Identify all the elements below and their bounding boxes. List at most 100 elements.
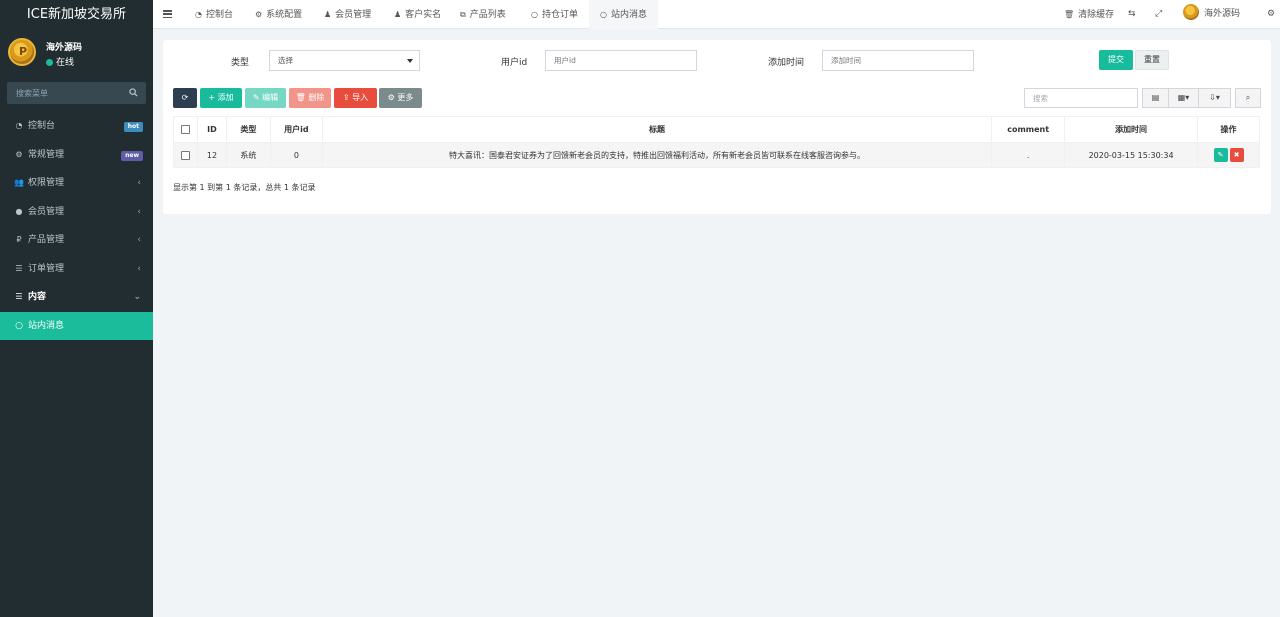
tab-label: 站内消息 xyxy=(610,10,647,20)
advanced-search-button[interactable]: ⌕ xyxy=(1235,88,1261,108)
toggle-view-button[interactable]: ▤ xyxy=(1142,88,1169,108)
list-icon: ☰ xyxy=(15,292,23,301)
clear-cache-button[interactable]: 🗑 清除缓存 xyxy=(1064,0,1114,29)
more-label: 更多 xyxy=(397,93,414,102)
cog-icon: ⚙ xyxy=(387,93,398,102)
export-button[interactable]: ⇩▾ xyxy=(1198,88,1231,108)
refresh-button[interactable]: ⟳ xyxy=(173,88,197,108)
table-row[interactable]: 12 系统 0 特大喜讯：国泰君安证券为了回馈新老会员的支持，特推出回馈福利活动… xyxy=(173,142,1260,168)
sidebar-item-orders[interactable]: ☰ 订单管理 ‹ xyxy=(0,255,153,284)
settings-icon[interactable]: ⚙ xyxy=(1267,0,1275,29)
circle-icon: ○ xyxy=(600,10,607,19)
circle-icon: ○ xyxy=(531,10,538,19)
user-menu[interactable]: 海外源码 xyxy=(1183,0,1240,29)
col-time[interactable]: 添加时间 xyxy=(1064,116,1198,143)
cell-id: 12 xyxy=(196,142,227,168)
type-label: 类型 xyxy=(231,58,250,68)
tab-label: 控制台 xyxy=(205,10,233,20)
user-icon: ♟ xyxy=(394,10,402,19)
chevron-down-icon: ⌄ xyxy=(133,292,141,302)
columns-button[interactable]: ▦▾ xyxy=(1168,88,1199,108)
menu-toggle-icon[interactable] xyxy=(163,10,172,19)
search-icon[interactable] xyxy=(129,88,138,97)
sidebar-item-general[interactable]: ⚙ 常规管理 new xyxy=(0,141,153,170)
pencil-icon: ✎ xyxy=(1217,151,1224,159)
import-label: 导入 xyxy=(352,93,369,102)
sidebar-item-members[interactable]: ● 会员管理 ‹ xyxy=(0,198,153,227)
sidebar-item-label: 常规管理 xyxy=(28,149,65,160)
sidebar-item-label: 产品管理 xyxy=(28,235,65,245)
import-button[interactable]: ⇪ 导入 xyxy=(334,88,377,108)
user-id-label: 用户id xyxy=(501,58,528,68)
tab-label: 系统配置 xyxy=(266,10,303,20)
user-id-input[interactable] xyxy=(545,50,697,71)
plus-icon: + xyxy=(208,93,218,102)
edit-label: 编辑 xyxy=(262,93,279,102)
dashboard-icon: ◔ xyxy=(15,121,23,130)
group-icon: 👥 xyxy=(14,178,24,187)
menu-search-input[interactable] xyxy=(7,82,117,104)
cell-type: 系统 xyxy=(225,142,271,168)
cubes-icon: ⧉ xyxy=(460,10,466,19)
sidebar-item-label: 内容 xyxy=(28,292,47,302)
fullscreen-icon[interactable]: ⤢ xyxy=(1155,0,1162,29)
trash-icon: ✖ xyxy=(1233,151,1240,159)
row-checkbox[interactable] xyxy=(180,150,190,160)
app-title[interactable]: ICE新加坡交易所 xyxy=(0,0,153,30)
type-select[interactable]: 选择 xyxy=(269,50,420,71)
time-input[interactable] xyxy=(822,50,974,71)
user-panel: 海外源码 在线 xyxy=(0,30,153,76)
chevron-left-icon: ‹ xyxy=(137,206,141,217)
sidebar-item-label: 站内消息 xyxy=(28,320,65,331)
ruble-icon: ₽ xyxy=(16,235,22,244)
col-user-id[interactable]: 用户id xyxy=(269,116,323,143)
tab-messages[interactable]: ○ 站内消息 xyxy=(589,0,658,29)
reset-button[interactable]: 重置 xyxy=(1135,50,1169,70)
tab-system-config[interactable]: ⚙ 系统配置 xyxy=(255,0,302,29)
upload-icon: ⇪ xyxy=(342,93,353,102)
avatar xyxy=(8,38,36,66)
type-select-value: 选择 xyxy=(278,56,293,65)
cell-actions: ✎ ✖ xyxy=(1197,142,1260,168)
sidebar-item-dashboard[interactable]: ◔ 控制台 hot xyxy=(0,112,153,141)
tab-dashboard[interactable]: ◔ 控制台 xyxy=(195,0,233,29)
sidebar-item-permission[interactable]: 👥 权限管理 ‹ xyxy=(0,169,153,198)
select-all-checkbox[interactable] xyxy=(180,125,190,134)
row-delete-button[interactable]: ✖ xyxy=(1229,148,1244,162)
col-comment[interactable]: comment xyxy=(991,116,1066,143)
delete-label: 删除 xyxy=(308,93,325,102)
table-search-input[interactable] xyxy=(1024,88,1138,108)
columns-icon: ▦▾ xyxy=(1177,93,1190,102)
sidebar-search xyxy=(7,82,146,104)
hot-badge: hot xyxy=(123,122,143,132)
chevron-left-icon: ‹ xyxy=(137,263,141,274)
language-icon[interactable]: ⇆ xyxy=(1128,0,1136,29)
sidebar-item-content[interactable]: ☰ 内容 ⌄ xyxy=(0,283,153,312)
clear-cache-label: 清除缓存 xyxy=(1078,10,1115,20)
cell-comment: . xyxy=(991,142,1066,168)
sidebar-item-messages[interactable]: ○ 站内消息 xyxy=(0,311,153,340)
table-header-row: ID 类型 用户id 标题 comment 添加时间 操作 xyxy=(173,116,1260,143)
tab-label: 持仓订单 xyxy=(541,10,578,20)
add-label: 添加 xyxy=(217,93,234,102)
col-type[interactable]: 类型 xyxy=(225,116,271,143)
more-button[interactable]: ⚙ 更多 xyxy=(379,88,422,108)
delete-button[interactable]: 🗑 删除 xyxy=(289,88,331,108)
search-icon: ⌕ xyxy=(1245,93,1251,102)
tab-positions[interactable]: ○ 持仓订单 xyxy=(531,0,578,29)
sidebar-menu: ◔ 控制台 hot ⚙ 常规管理 new 👥 权限管理 ‹ ● 会员管理 ‹ ₽ 产品管理… xyxy=(0,112,153,340)
edit-button[interactable]: ✎ 编辑 xyxy=(245,88,286,108)
chevron-left-icon: ‹ xyxy=(137,178,141,188)
col-title[interactable]: 标题 xyxy=(321,116,993,143)
user-menu-name: 海外源码 xyxy=(1204,9,1241,19)
tab-members[interactable]: ♟ 会员管理 xyxy=(324,0,371,29)
submit-button[interactable]: 提交 xyxy=(1099,50,1133,70)
col-id[interactable]: ID xyxy=(196,116,227,143)
sidebar-item-products[interactable]: ₽ 产品管理 ‹ xyxy=(0,226,153,255)
add-button[interactable]: + 添加 xyxy=(200,88,242,108)
tab-products[interactable]: ⧉ 产品列表 xyxy=(460,0,506,29)
row-edit-button[interactable]: ✎ xyxy=(1213,148,1228,162)
tab-real-name[interactable]: ♟ 客户实名 xyxy=(394,0,441,29)
user-name: 海外源码 xyxy=(46,43,83,53)
messages-table: ID 类型 用户id 标题 comment 添加时间 操作 12 系统 0 特大… xyxy=(173,116,1260,168)
